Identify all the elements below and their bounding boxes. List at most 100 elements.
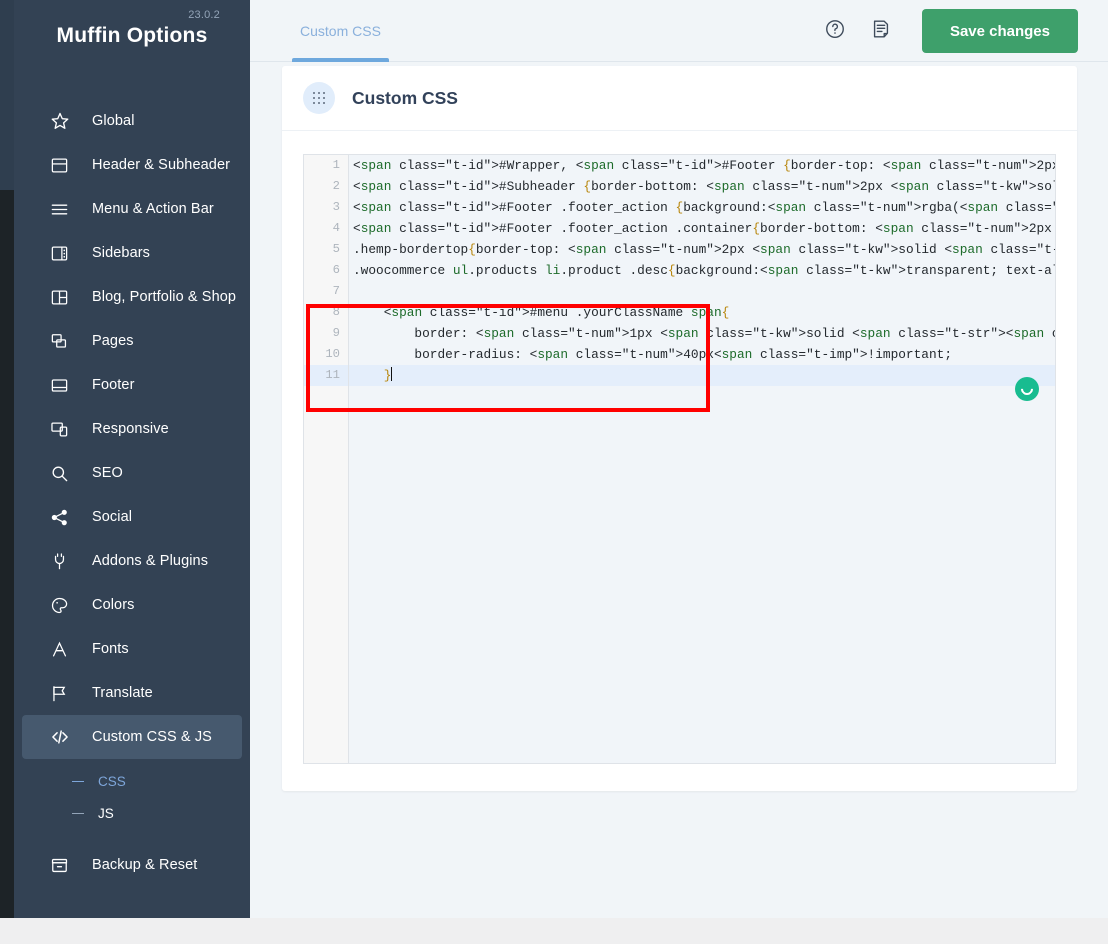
code-line[interactable]: <span class="t-id">#Wrapper, <span class… — [349, 155, 1055, 176]
line-number: 6 — [332, 263, 340, 277]
code-line[interactable]: } — [349, 365, 1055, 386]
sidebar-item-pages[interactable]: Pages — [22, 319, 242, 363]
plug-icon — [50, 550, 76, 572]
drag-dots-icon — [312, 91, 326, 105]
sidebar-nav: Global Header & Subheader Menu & Action … — [14, 99, 250, 887]
letter-a-icon — [50, 638, 76, 660]
share-icon — [50, 506, 76, 528]
text-cursor — [391, 367, 393, 381]
custom-css-panel: Custom CSS 1 2 3 4 5 6 7 8 9 10 11 <span class="t-… — [282, 66, 1077, 791]
sidebar-item-label: Custom CSS & JS — [92, 729, 212, 745]
sidebar-item-label: Menu & Action Bar — [92, 201, 214, 217]
sidebar-subitem-css[interactable]: CSS — [14, 765, 250, 797]
sidebar-item-responsive[interactable]: Responsive — [22, 407, 242, 451]
header-layout-icon — [50, 154, 76, 176]
sidebar-item-label: Colors — [92, 597, 135, 613]
save-changes-button[interactable]: Save changes — [921, 9, 1078, 53]
sidebar-subitem-js[interactable]: JS — [14, 797, 250, 829]
flag-icon — [50, 682, 76, 704]
palette-icon — [50, 594, 76, 616]
sidebar-item-label: Blog, Portfolio & Shop — [92, 289, 237, 305]
page-footer-space — [14, 918, 1108, 944]
line-number: 5 — [332, 242, 340, 256]
grid-layout-icon — [50, 286, 76, 308]
sidebar-layout-icon — [50, 242, 76, 264]
code-line[interactable]: .woocommerce ul.products li.product .des… — [349, 260, 1055, 281]
hamburger-icon — [50, 198, 76, 220]
dash-icon — [72, 812, 84, 814]
drag-handle[interactable] — [303, 82, 335, 114]
notes-button[interactable] — [868, 18, 894, 44]
admin-bar-strip-top — [0, 0, 14, 190]
sidebar-item-custom-css-js[interactable]: Custom CSS & JS — [22, 715, 242, 759]
sidebar-item-social[interactable]: Social — [22, 495, 242, 539]
footer-layout-icon — [50, 374, 76, 396]
line-number: 10 — [325, 347, 340, 361]
sidebar-item-label: Social — [92, 509, 133, 525]
sidebar-item-colors[interactable]: Colors — [22, 583, 242, 627]
sidebar-item-fonts[interactable]: Fonts — [22, 627, 242, 671]
magnifier-icon — [50, 462, 76, 484]
sidebar-subitem-label: JS — [98, 805, 114, 821]
code-line[interactable]: border: <span class="t-num">1px <span cl… — [349, 323, 1055, 344]
code-line[interactable]: <span class="t-id">#menu .yourClassName … — [349, 302, 1055, 323]
document-note-icon — [870, 18, 892, 45]
sidebar-item-label: Pages — [92, 333, 134, 349]
responsive-devices-icon — [50, 418, 76, 440]
dash-icon — [72, 780, 84, 782]
line-number: 8 — [332, 305, 340, 319]
sidebar-item-backup-reset[interactable]: Backup & Reset — [22, 843, 242, 887]
code-line[interactable]: <span class="t-id">#Footer .footer_actio… — [349, 197, 1055, 218]
panel-header: Custom CSS — [282, 66, 1077, 131]
sidebar-item-label: Translate — [92, 685, 153, 701]
main-content: Custom CSS Save changes Custom CSS 1 2 3… — [250, 0, 1108, 944]
app-root: 23.0.2 Muffin Options Global Header & Su… — [0, 0, 1108, 944]
code-line[interactable]: .hemp-bordertop{border-top: <span class=… — [349, 239, 1055, 260]
line-number: 3 — [332, 200, 340, 214]
tab-bar: Custom CSS — [250, 0, 389, 62]
topbar: Custom CSS Save changes — [250, 0, 1108, 62]
sidebar-item-addons-plugins[interactable]: Addons & Plugins — [22, 539, 242, 583]
code-line[interactable] — [349, 281, 1055, 302]
archive-box-icon — [50, 854, 76, 876]
admin-bar-strip — [0, 190, 14, 918]
sidebar-item-footer[interactable]: Footer — [22, 363, 242, 407]
sidebar-item-label: Global — [92, 113, 135, 129]
sidebar: 23.0.2 Muffin Options Global Header & Su… — [14, 0, 250, 918]
brand-title: Muffin Options — [56, 24, 208, 47]
line-number: 4 — [332, 221, 340, 235]
code-editor[interactable]: 1 2 3 4 5 6 7 8 9 10 11 <span class="t-id">#Wrappe… — [303, 154, 1056, 764]
code-line[interactable]: <span class="t-id">#Subheader {border-bo… — [349, 176, 1055, 197]
sidebar-item-menu-action-bar[interactable]: Menu & Action Bar — [22, 187, 242, 231]
line-number: 2 — [332, 179, 340, 193]
help-button[interactable] — [822, 18, 848, 44]
tab-label: Custom CSS — [300, 23, 381, 39]
sidebar-item-global[interactable]: Global — [22, 99, 242, 143]
sidebar-item-seo[interactable]: SEO — [22, 451, 242, 495]
tab-custom-css[interactable]: Custom CSS — [292, 0, 389, 62]
sidebar-subitem-label: CSS — [98, 773, 126, 789]
code-brackets-icon — [50, 726, 76, 748]
question-circle-icon — [824, 18, 846, 45]
editor-gutter: 1 2 3 4 5 6 7 8 9 10 11 — [304, 155, 349, 763]
panel-title: Custom CSS — [352, 87, 458, 108]
line-number: 7 — [332, 284, 340, 298]
sidebar-item-label: Backup & Reset — [92, 857, 198, 873]
sidebar-item-label: Responsive — [92, 421, 169, 437]
sidebar-item-sidebars[interactable]: Sidebars — [22, 231, 242, 275]
sidebar-item-label: Fonts — [92, 641, 129, 657]
sidebar-item-blog-portfolio-shop[interactable]: Blog, Portfolio & Shop — [22, 275, 242, 319]
code-line[interactable]: <span class="t-id">#Footer .footer_actio… — [349, 218, 1055, 239]
line-number: 11 — [304, 365, 348, 386]
line-number: 1 — [332, 158, 340, 172]
code-line[interactable]: border-radius: <span class="t-num">40px<… — [349, 344, 1055, 365]
spinner-icon — [1015, 377, 1039, 401]
sidebar-item-label: Footer — [92, 377, 135, 393]
sidebar-item-label: Sidebars — [92, 245, 151, 261]
star-icon — [50, 110, 76, 132]
sidebar-item-translate[interactable]: Translate — [22, 671, 242, 715]
sidebar-item-header-subheader[interactable]: Header & Subheader — [22, 143, 242, 187]
sidebar-item-label: Addons & Plugins — [92, 553, 209, 569]
editor-code-area[interactable]: <span class="t-id">#Wrapper, <span class… — [349, 155, 1055, 763]
topbar-actions: Save changes — [822, 0, 1078, 62]
